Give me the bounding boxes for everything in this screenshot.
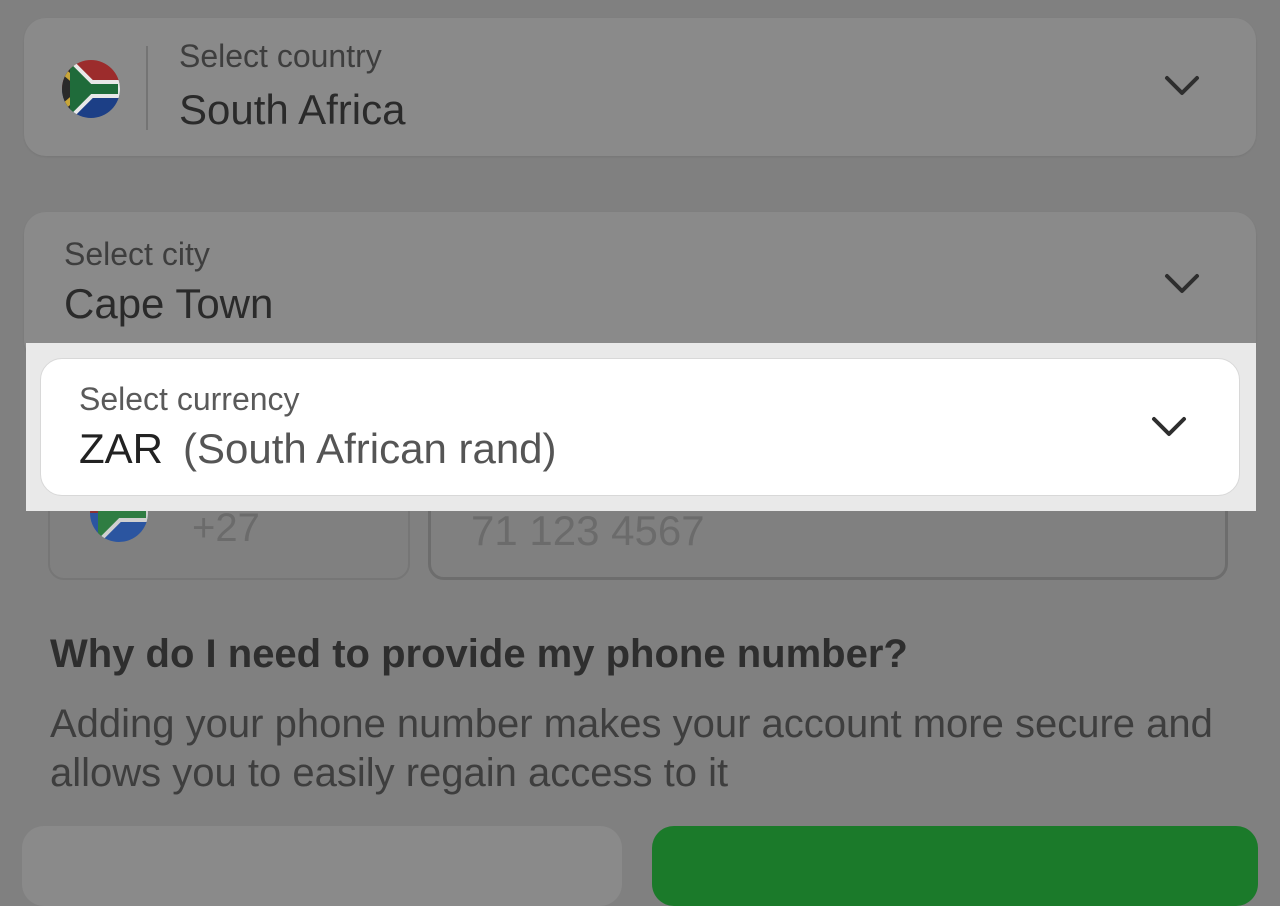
city-value: Cape Town — [64, 280, 274, 327]
info-question: Why do I need to provide my phone number… — [50, 632, 908, 676]
currency-code: ZAR — [79, 425, 163, 472]
city-select[interactable]: Select city Cape Town — [24, 212, 1256, 362]
country-value: South Africa — [179, 86, 406, 133]
info-answer: Adding your phone number makes your acco… — [50, 702, 1213, 795]
back-button[interactable] — [22, 826, 622, 906]
flag-divider — [146, 46, 148, 130]
phone-placeholder: 71 123 4567 — [471, 507, 705, 554]
currency-label: Select currency — [79, 381, 300, 417]
chevron-down-icon[interactable] — [1164, 272, 1200, 296]
city-label: Select city — [64, 236, 210, 272]
south-africa-flag-icon — [62, 60, 120, 118]
chevron-down-icon[interactable] — [1164, 74, 1200, 98]
currency-name: (South African rand) — [183, 425, 557, 472]
chevron-down-icon[interactable] — [1151, 415, 1187, 439]
country-label: Select country — [179, 38, 382, 74]
currency-select[interactable]: Select currency ZAR (South African rand) — [40, 358, 1240, 496]
continue-button[interactable] — [652, 826, 1258, 906]
country-select[interactable]: Select country South Africa — [24, 18, 1256, 156]
phone-code: +27 — [192, 506, 260, 550]
